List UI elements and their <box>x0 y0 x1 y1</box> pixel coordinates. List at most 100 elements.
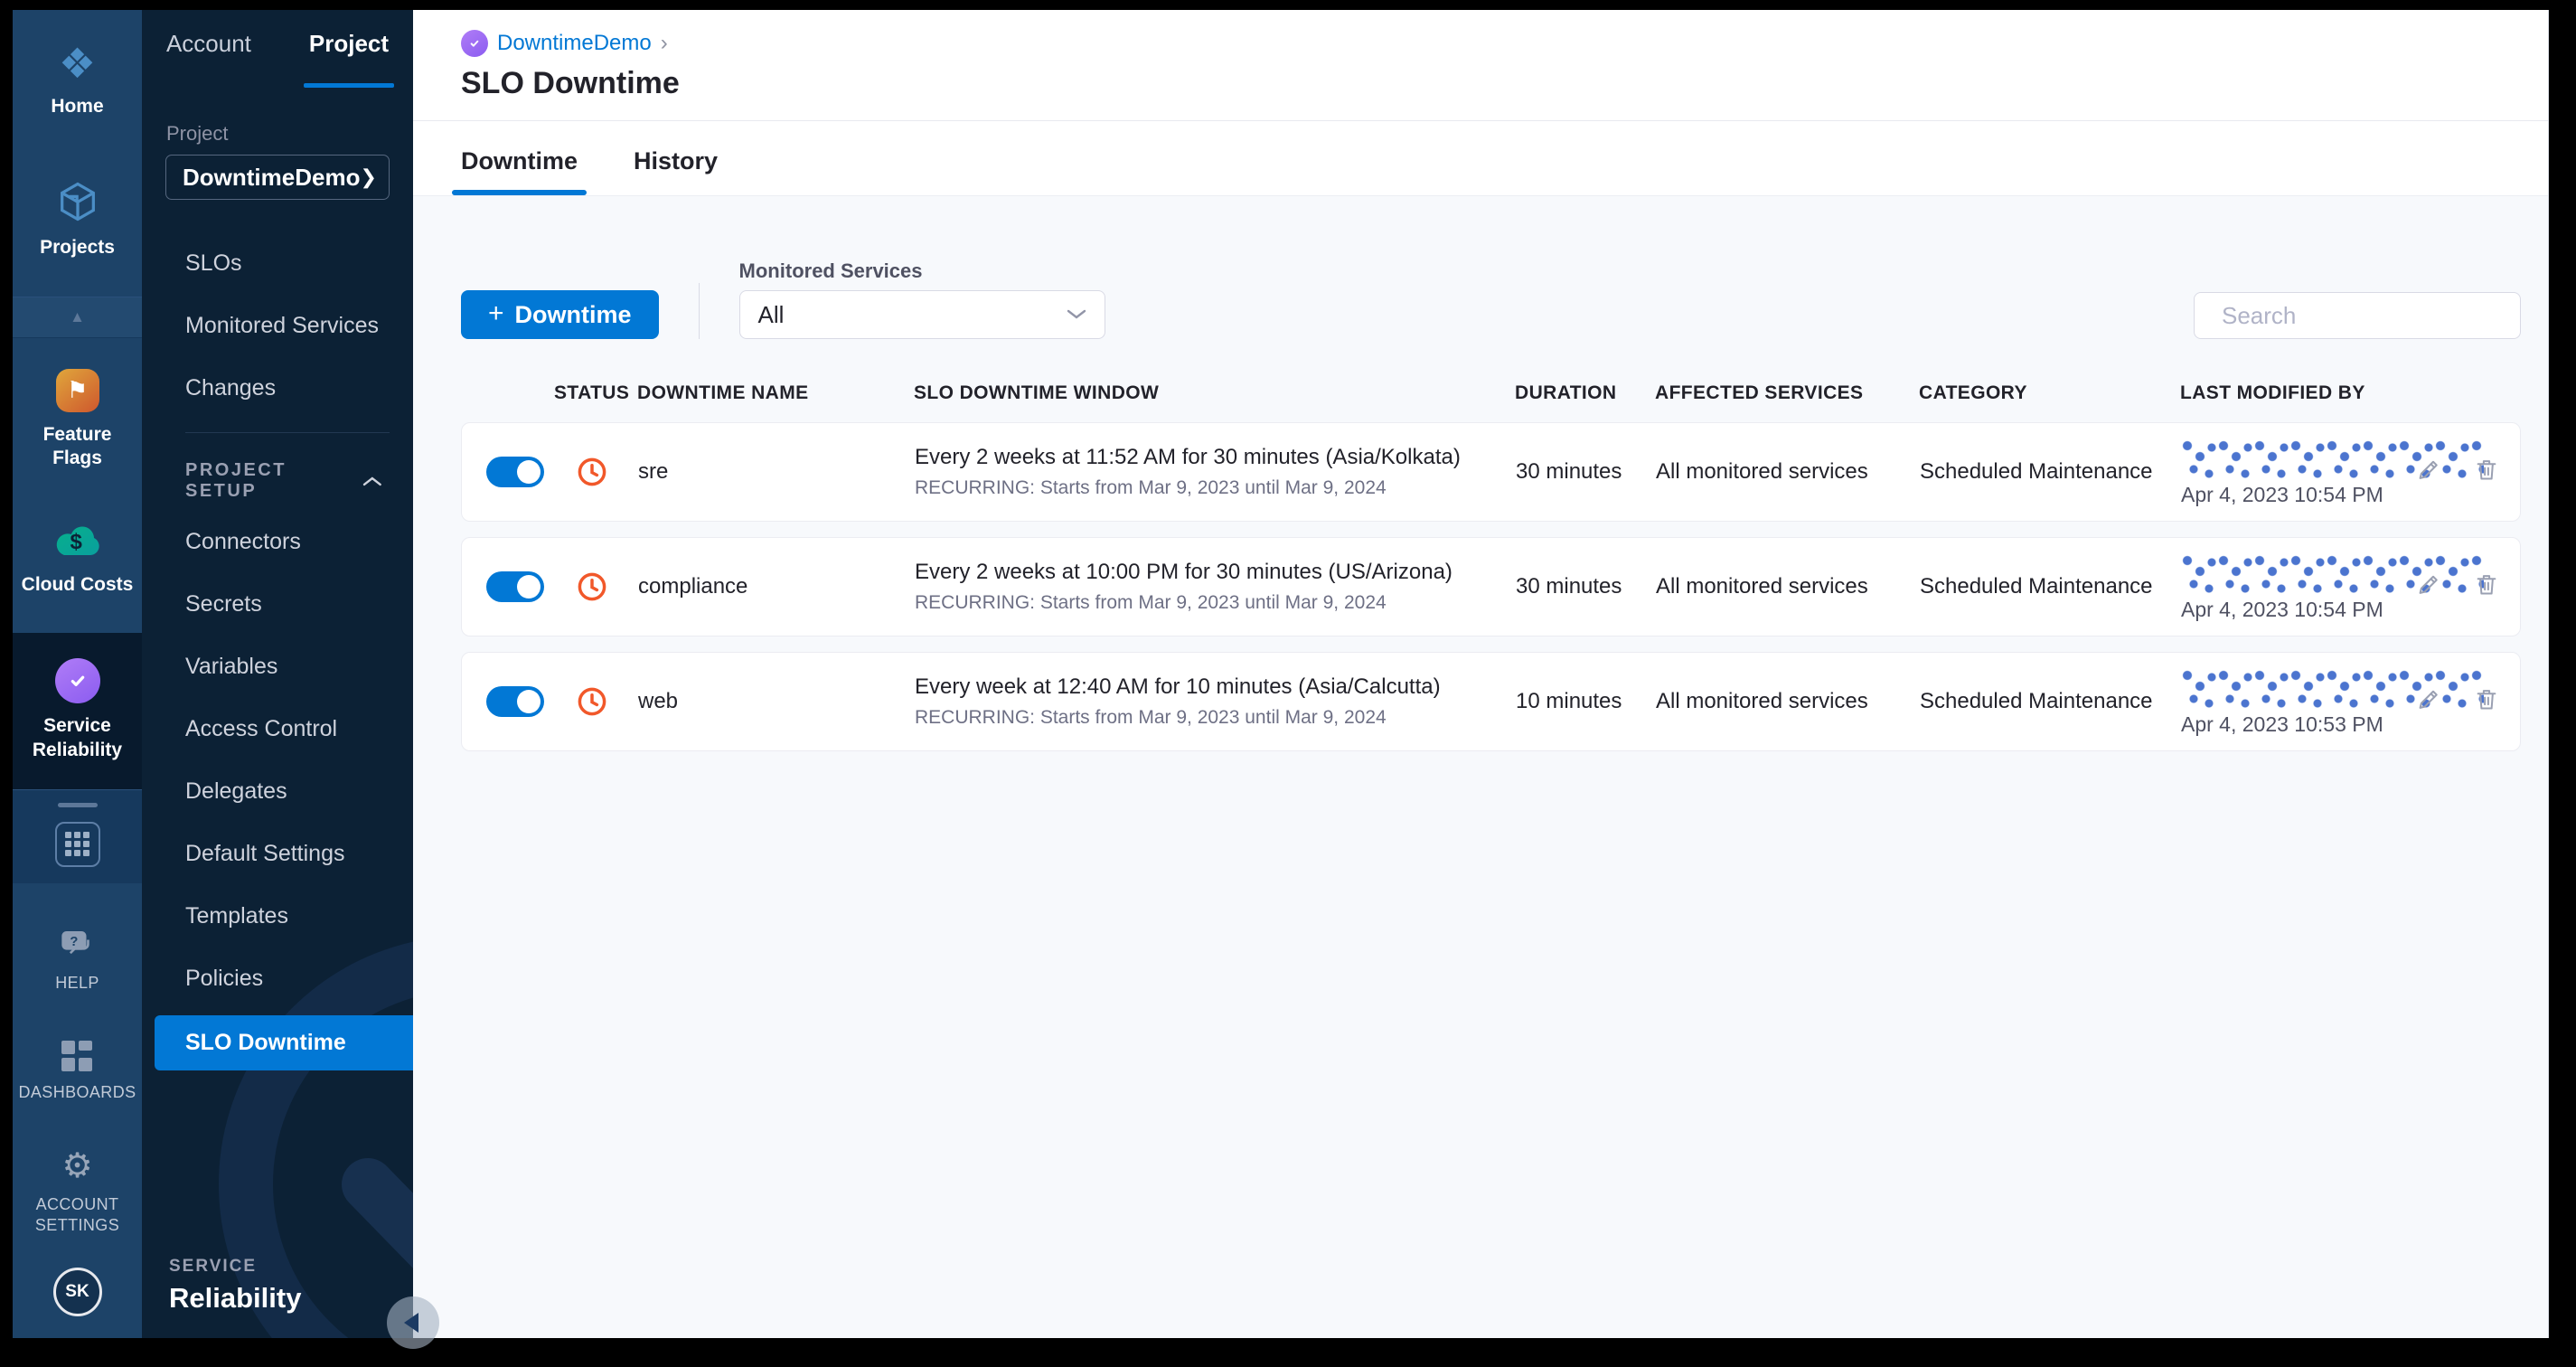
pencil-icon <box>2419 575 2438 594</box>
pencil-icon <box>2419 460 2438 479</box>
user-avatar[interactable]: SK <box>52 1268 102 1316</box>
projects-cube-icon <box>60 182 95 222</box>
nav-divider <box>185 432 390 433</box>
search-input[interactable] <box>2220 300 2526 331</box>
rail-item-account-settings[interactable]: ⚙ ACCOUNT SETTINGS <box>13 1126 142 1259</box>
nav-item-delegates[interactable]: Delegates <box>142 760 413 823</box>
nav-item-access-control[interactable]: Access Control <box>142 698 413 760</box>
toolbar: + Downtime Monitored Services All <box>461 259 2526 339</box>
rail-item-home[interactable]: ❖ Home <box>13 10 142 142</box>
new-downtime-button[interactable]: + Downtime <box>461 290 659 339</box>
trash-icon <box>2477 690 2496 710</box>
cloud-costs-icon: $ <box>56 526 99 555</box>
recurrence-text: RECURRING: Starts from Mar 9, 2023 until… <box>915 592 1387 613</box>
chevron-right-icon: ❯ <box>360 165 377 188</box>
tab-history[interactable]: History <box>634 147 718 195</box>
tab-downtime[interactable]: Downtime <box>451 147 588 195</box>
project-setup-section-header[interactable]: PROJECT SETUP <box>142 442 413 511</box>
window-text: Every 2 weeks at 10:00 PM for 30 minutes… <box>915 560 1453 584</box>
monitored-services-filter: Monitored Services All <box>738 259 1105 339</box>
monitored-services-select[interactable]: All <box>738 290 1105 339</box>
nav-item-slos[interactable]: SLOs <box>142 232 413 295</box>
grid-icon <box>65 832 89 857</box>
nav-menu: SLOs Monitored Services Changes PROJECT … <box>142 232 413 1070</box>
edit-button[interactable] <box>2415 571 2442 603</box>
chevron-left-icon <box>404 1313 418 1333</box>
service-reliability-icon <box>54 658 100 704</box>
breadcrumb-separator: › <box>660 31 668 55</box>
status-toggle[interactable] <box>486 571 544 602</box>
downtime-name: web <box>638 689 679 713</box>
recurring-clock-icon <box>578 687 606 716</box>
last-modified-cell: Apr 4, 2023 10:54 PM <box>2181 538 2520 636</box>
last-modified-cell: Apr 4, 2023 10:54 PM <box>2181 423 2520 521</box>
rail-item-label: Service Reliability <box>32 715 123 760</box>
rail-item-label: Home <box>51 96 104 117</box>
edit-button[interactable] <box>2415 686 2442 718</box>
nav-item-secrets[interactable]: Secrets <box>142 573 413 636</box>
column-header-downtime-name: DOWNTIME NAME <box>637 382 809 403</box>
help-chat-icon: ? <box>61 930 89 955</box>
search-box <box>2194 292 2526 339</box>
nav-item-connectors[interactable]: Connectors <box>142 511 413 573</box>
plus-icon: + <box>488 298 504 328</box>
rail-item-label: ACCOUNT SETTINGS <box>34 1195 120 1234</box>
rail-item-label: DASHBOARDS <box>18 1082 136 1101</box>
nav-item-templates[interactable]: Templates <box>142 885 413 947</box>
project-field-label: Project <box>166 122 229 145</box>
nav-item-policies[interactable]: Policies <box>142 947 413 1010</box>
downtime-window-cell: Every week at 12:40 AM for 10 minutes (A… <box>915 674 1516 729</box>
breadcrumb-project-link[interactable]: DowntimeDemo <box>497 31 652 56</box>
rail-item-projects[interactable]: Projects <box>13 142 142 296</box>
rail-spacer <box>13 883 142 906</box>
downtime-content: + Downtime Monitored Services All Search… <box>413 196 2548 1338</box>
svg-text:$: $ <box>70 530 82 554</box>
category: Scheduled Maintenance <box>1920 459 2153 484</box>
recurrence-text: RECURRING: Starts from Mar 9, 2023 until… <box>915 707 1387 728</box>
rail-scroll-up-button[interactable]: ▲ <box>13 296 142 338</box>
filter-label: Monitored Services <box>738 259 923 282</box>
feature-flags-icon: ⚑ <box>55 368 99 412</box>
select-value: All <box>757 300 785 328</box>
downtime-window-cell: Every 2 weeks at 10:00 PM for 30 minutes… <box>915 560 1516 614</box>
edit-button[interactable] <box>2415 457 2442 488</box>
project-selector[interactable]: DowntimeDemo ❯ <box>165 155 390 200</box>
nav-collapse-button[interactable] <box>387 1296 439 1349</box>
nav-item-slo-downtime[interactable]: SLO Downtime <box>155 1015 413 1070</box>
nav-item-changes[interactable]: Changes <box>142 357 413 420</box>
rail-divider <box>57 802 98 807</box>
status-toggle[interactable] <box>486 457 544 487</box>
delete-button[interactable] <box>2473 571 2500 603</box>
duration: 30 minutes <box>1516 574 1622 599</box>
dashboards-icon <box>61 1040 94 1071</box>
rail-item-cloud-costs[interactable]: $ Cloud Costs <box>13 494 142 633</box>
nav-item-monitored-services[interactable]: Monitored Services <box>142 295 413 357</box>
rail-item-dashboards[interactable]: DASHBOARDS <box>13 1017 142 1127</box>
tab-project[interactable]: Project <box>303 30 395 88</box>
home-icon: ❖ <box>58 40 97 87</box>
status-cell <box>462 455 638 489</box>
status-cell <box>462 570 638 604</box>
rail-item-feature-flags[interactable]: ⚑ Feature Flags <box>13 338 142 495</box>
delete-button[interactable] <box>2473 457 2500 488</box>
column-header-category: CATEGORY <box>1919 382 2027 403</box>
rail-item-service-reliability[interactable]: Service Reliability <box>13 633 142 789</box>
rail-item-help[interactable]: ? HELP <box>13 906 142 1017</box>
downtime-name: compliance <box>638 574 748 599</box>
column-header-duration: DURATION <box>1515 382 1617 403</box>
nav-item-variables[interactable]: Variables <box>142 636 413 698</box>
column-header-slo-downtime-window: SLO DOWNTIME WINDOW <box>914 382 1160 403</box>
table-row: sre Every 2 weeks at 11:52 AM for 30 min… <box>461 422 2521 522</box>
column-header-last-modified-by: LAST MODIFIED BY <box>2180 382 2365 403</box>
module-browser-button[interactable] <box>54 821 100 867</box>
tab-account[interactable]: Account <box>166 30 251 88</box>
section-label: PROJECT SETUP <box>185 460 287 501</box>
status-toggle[interactable] <box>486 686 544 717</box>
toolbar-divider <box>698 283 700 339</box>
delete-button[interactable] <box>2473 686 2500 718</box>
module-footer-line1: SERVICE <box>169 1257 258 1276</box>
scroll-up-icon: ▲ <box>70 307 85 325</box>
nav-item-default-settings[interactable]: Default Settings <box>142 823 413 885</box>
downtime-table: sre Every 2 weeks at 11:52 AM for 30 min… <box>461 422 2521 751</box>
breadcrumb: DowntimeDemo › <box>461 30 2548 57</box>
